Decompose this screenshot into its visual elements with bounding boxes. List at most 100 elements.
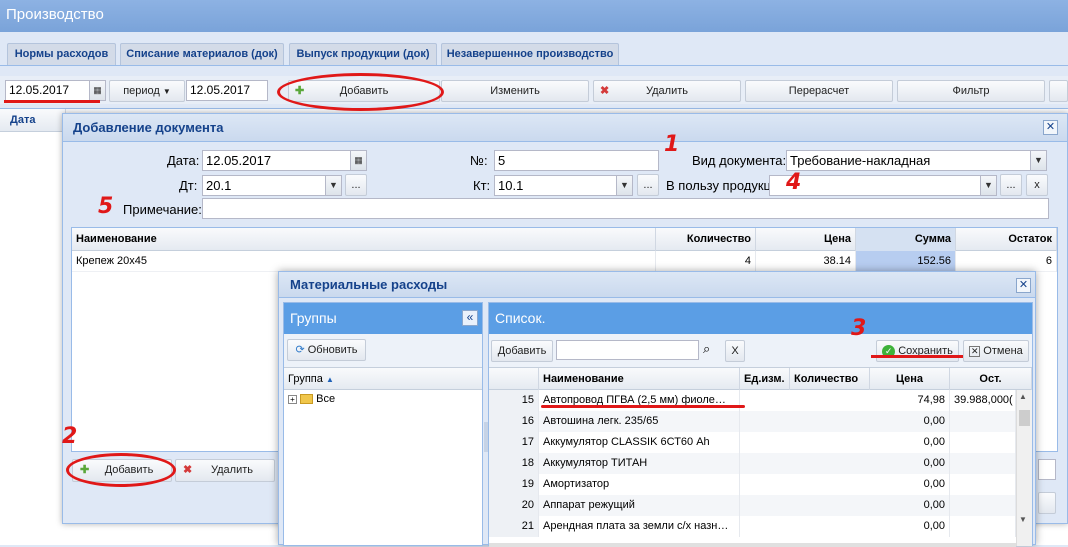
recalc-button[interactable]: Перерасчет [745,80,893,102]
chevron-down-icon[interactable]: ▼ [980,175,997,196]
cell-qty: 4 [656,251,756,272]
row-number: 21 [489,516,539,537]
side-button[interactable] [1038,492,1056,514]
table-row[interactable]: 16 Автошина легк. 235/65 0,00 [489,411,1016,432]
cell-mat-name: Арендная плата за земли с/х назн… [539,516,740,537]
expand-icon: + [288,395,297,404]
kt-field[interactable]: 10.1 [494,175,617,196]
date-to-field[interactable]: 12.05.2017 [186,80,268,101]
doctype-label: Вид документа: [692,153,787,168]
doc-number-field[interactable]: 5 [494,150,659,171]
product-clear-button[interactable]: x [1026,174,1048,196]
annotation-number-1: 1 [664,132,680,157]
dt-browse-button[interactable]: ... [345,174,367,196]
collapse-icon[interactable]: « [462,310,478,326]
date-from-field[interactable]: 12.05.2017 [5,80,90,101]
tab-write-off[interactable]: Списание материалов (док) [120,43,284,65]
save-button[interactable]: ✓ Сохранить [876,340,959,362]
annotation-underline-item [541,405,745,408]
row-number: 16 [489,411,539,432]
delete-button[interactable]: ✖ Удалить [593,80,741,102]
col-rownum [489,368,539,391]
tab-output[interactable]: Выпуск продукции (док) [289,43,437,65]
scroll-down-icon[interactable]: ▼ [1019,515,1027,524]
materials-rows: 15 Автопровод ПГВА (2,5 мм) фиоле… 74,98… [489,390,1016,547]
delete-x-icon: ✖ [183,464,193,476]
cell-mat-rest [950,432,1016,453]
more-button[interactable] [1049,80,1068,102]
group-item-all[interactable]: + Все [288,393,335,405]
scroll-up-icon[interactable]: ▲ [1019,392,1027,401]
dt-field[interactable]: 20.1 [202,175,326,196]
cell-mat-rest: 39.988,000( [950,390,1016,411]
cell-mat-price: 0,00 [870,495,950,516]
tab-wip[interactable]: Незавершенное производство [441,43,619,65]
period-dropdown[interactable]: период ▼ [109,80,185,102]
col-mat-name[interactable]: Наименование [539,368,740,391]
row-number: 20 [489,495,539,516]
cell-mat-price: 0,00 [870,474,950,495]
refresh-label: Обновить [307,344,358,356]
tab-norms[interactable]: Нормы расходов [7,43,116,65]
side-field[interactable] [1038,459,1056,480]
annotation-number-4: 4 [786,170,802,195]
table-row[interactable]: 21 Арендная плата за земли с/х назн… 0,0… [489,516,1016,537]
cell-price: 38.14 [756,251,856,272]
horizontal-scrollbar[interactable] [489,543,1016,547]
cancel-button[interactable]: ✕ Отмена [963,340,1029,362]
calendar-icon[interactable]: ▦ [350,150,367,171]
cell-mat-rest [950,453,1016,474]
table-row[interactable]: 20 Аппарат режущий 0,00 [489,495,1016,516]
note-field[interactable] [202,198,1049,219]
date-column-header[interactable]: Дата [6,109,66,132]
search-clear-button[interactable]: X [725,340,745,362]
col-name[interactable]: Наименование [72,228,656,251]
edit-button[interactable]: Изменить [441,80,589,102]
calendar-icon[interactable]: ▦ [89,80,106,101]
table-row[interactable]: Крепеж 20х45 4 38.14 152.56 6 [72,251,1057,272]
close-icon[interactable]: ✕ [1016,278,1031,293]
cell-mat-name: Аккумулятор CLASSIK 6СТ60 Ah [539,432,740,453]
col-price[interactable]: Цена [756,228,856,251]
product-browse-button[interactable]: ... [1000,174,1022,196]
groups-title: Группы [284,303,482,334]
cell-mat-price: 0,00 [870,516,950,537]
table-row[interactable]: 17 Аккумулятор CLASSIK 6СТ60 Ah 0,00 [489,432,1016,453]
cell-mat-name: Аккумулятор ТИТАН [539,453,740,474]
cell-mat-rest [950,474,1016,495]
table-row[interactable]: 19 Амортизатор 0,00 [489,474,1016,495]
sort-asc-icon: ▲ [325,375,334,384]
group-col-header[interactable]: Группа ▲ [284,368,482,391]
chevron-down-icon[interactable]: ▼ [325,175,342,196]
filter-button[interactable]: Фильтр [897,80,1045,102]
scroll-thumb[interactable] [1019,410,1030,426]
list-add-button[interactable]: Добавить [491,340,553,362]
binoculars-icon[interactable]: ⌕ [703,341,721,359]
col-unit[interactable]: Ед.изм. [740,368,790,391]
col-rest[interactable]: Остаток [956,228,1057,251]
delete-item-button[interactable]: ✖ Удалить [175,459,275,482]
dialog-title: Добавление документа [63,114,1067,142]
chevron-down-icon[interactable]: ▼ [1030,150,1047,171]
delete-item-label: Удалить [211,464,253,476]
kt-browse-button[interactable]: ... [637,174,659,196]
list-title: Список. [489,303,1032,334]
annotation-underline-date [4,100,100,103]
col-mat-qty[interactable]: Количество [790,368,870,391]
vertical-scrollbar[interactable]: ▲ ▼ [1016,390,1032,546]
folder-icon [300,394,314,405]
list-search-input[interactable] [556,340,699,360]
groups-grid-header: Группа ▲ [284,367,482,390]
col-qty[interactable]: Количество [656,228,756,251]
col-sum[interactable]: Сумма [856,228,956,251]
doctype-select[interactable]: Требование-накладная [786,150,1032,171]
col-mat-price[interactable]: Цена [870,368,950,391]
chevron-down-icon[interactable]: ▼ [616,175,633,196]
col-mat-rest[interactable]: Ост. [950,368,1032,391]
table-row[interactable]: 18 Аккумулятор ТИТАН 0,00 [489,453,1016,474]
close-icon[interactable]: ✕ [1043,120,1058,135]
doc-date-field[interactable]: 12.05.2017 [202,150,351,171]
cell-mat-price: 0,00 [870,411,950,432]
annotation-circle-add [277,73,444,111]
refresh-button[interactable]: ⟳ Обновить [287,339,366,361]
